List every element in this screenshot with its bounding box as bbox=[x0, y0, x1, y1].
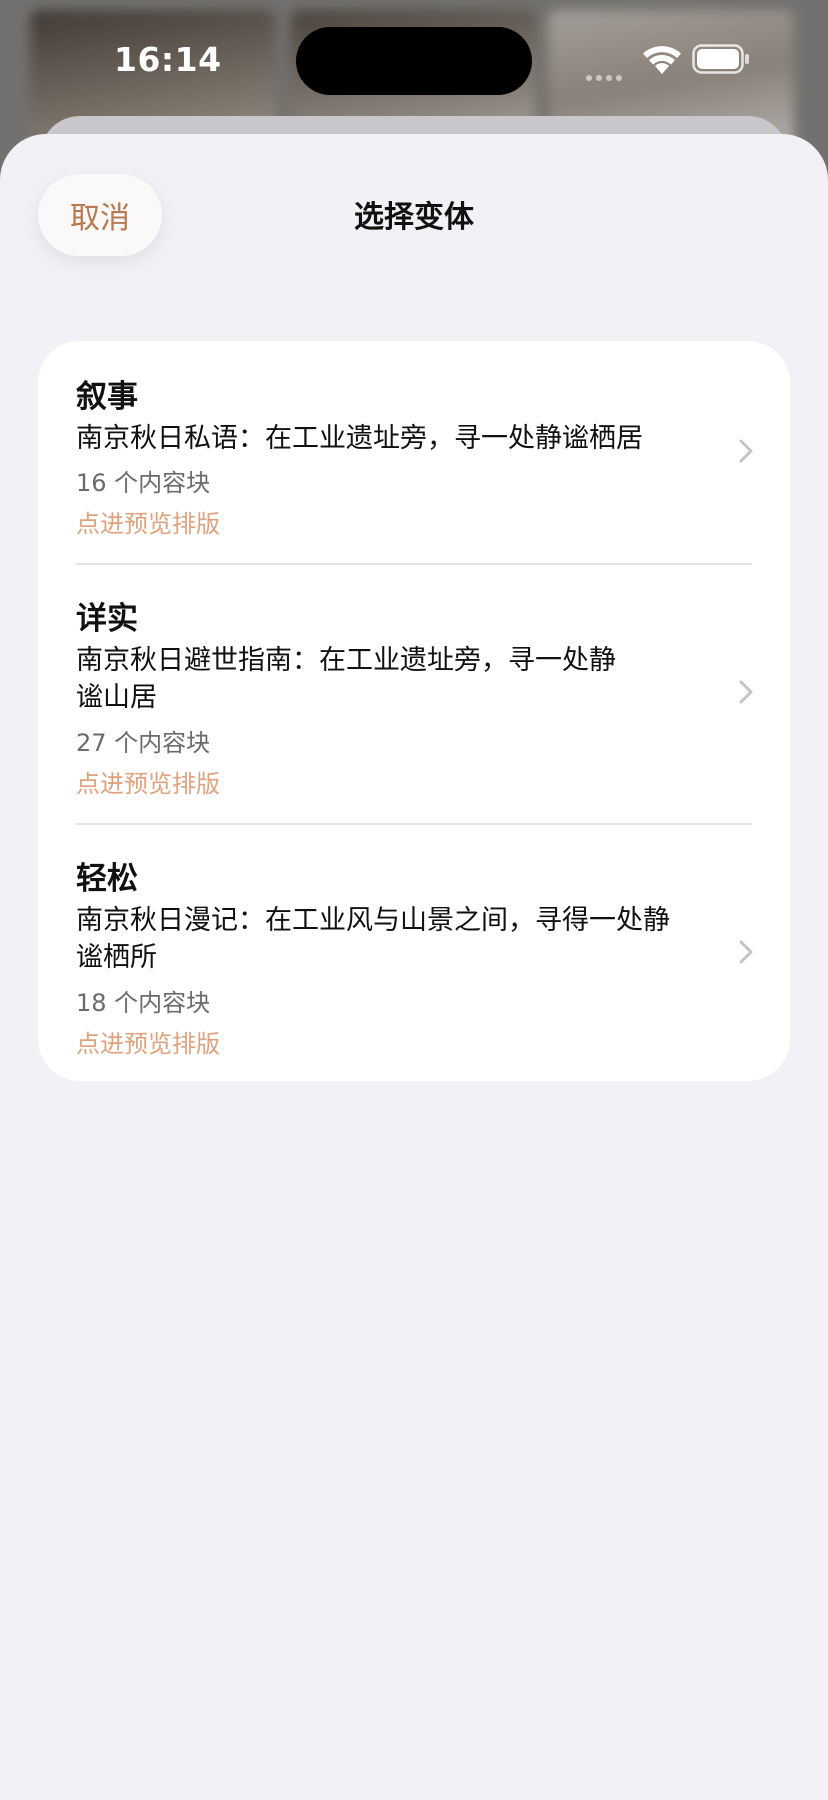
chevron-right-icon bbox=[739, 439, 753, 463]
variant-block-count: 27 个内容块 bbox=[76, 729, 211, 757]
variant-row-casual[interactable]: 轻松 南京秋日漫记：在工业风与山景之间，寻得一处静谧栖所 18 个内容块 点进预… bbox=[38, 825, 790, 1081]
cellular-signal-icon bbox=[586, 66, 626, 85]
variant-row-detailed[interactable]: 详实 南京秋日避世指南：在工业遗址旁，寻一处静谧山居 27 个内容块 点进预览排… bbox=[38, 565, 790, 823]
variant-headline: 南京秋日漫记：在工业风与山景之间，寻得一处静谧栖所 bbox=[76, 905, 670, 973]
battery-icon bbox=[692, 44, 749, 74]
wifi-icon bbox=[643, 46, 681, 74]
variant-row-narrative[interactable]: 叙事 南京秋日私语：在工业遗址旁，寻一处静谧栖居 16 个内容块 点进预览排版 bbox=[38, 341, 790, 563]
variant-block-count: 18 个内容块 bbox=[76, 989, 211, 1017]
sheet-title: 选择变体 bbox=[354, 200, 474, 235]
status-bar: 16:14 bbox=[0, 0, 828, 120]
select-variant-sheet: 取消 选择变体 叙事 南京秋日私语：在工业遗址旁，寻一处静谧栖居 16 个内容块… bbox=[0, 134, 828, 1800]
variant-style: 详实 bbox=[76, 601, 138, 637]
chevron-right-icon bbox=[739, 940, 753, 964]
chevron-right-icon bbox=[739, 680, 753, 704]
variant-block-count: 16 个内容块 bbox=[76, 469, 211, 497]
variant-style: 轻松 bbox=[76, 861, 138, 897]
variant-list: 叙事 南京秋日私语：在工业遗址旁，寻一处静谧栖居 16 个内容块 点进预览排版 … bbox=[38, 341, 790, 1081]
variant-preview-hint: 点进预览排版 bbox=[76, 770, 220, 798]
variant-style: 叙事 bbox=[76, 379, 138, 415]
variant-preview-hint: 点进预览排版 bbox=[76, 510, 220, 538]
variant-headline: 南京秋日避世指南：在工业遗址旁，寻一处静谧山居 bbox=[76, 645, 616, 713]
variant-headline: 南京秋日私语：在工业遗址旁，寻一处静谧栖居 bbox=[76, 423, 643, 454]
status-time: 16:14 bbox=[114, 40, 222, 79]
dynamic-island bbox=[296, 27, 532, 95]
variant-preview-hint: 点进预览排版 bbox=[76, 1030, 220, 1058]
